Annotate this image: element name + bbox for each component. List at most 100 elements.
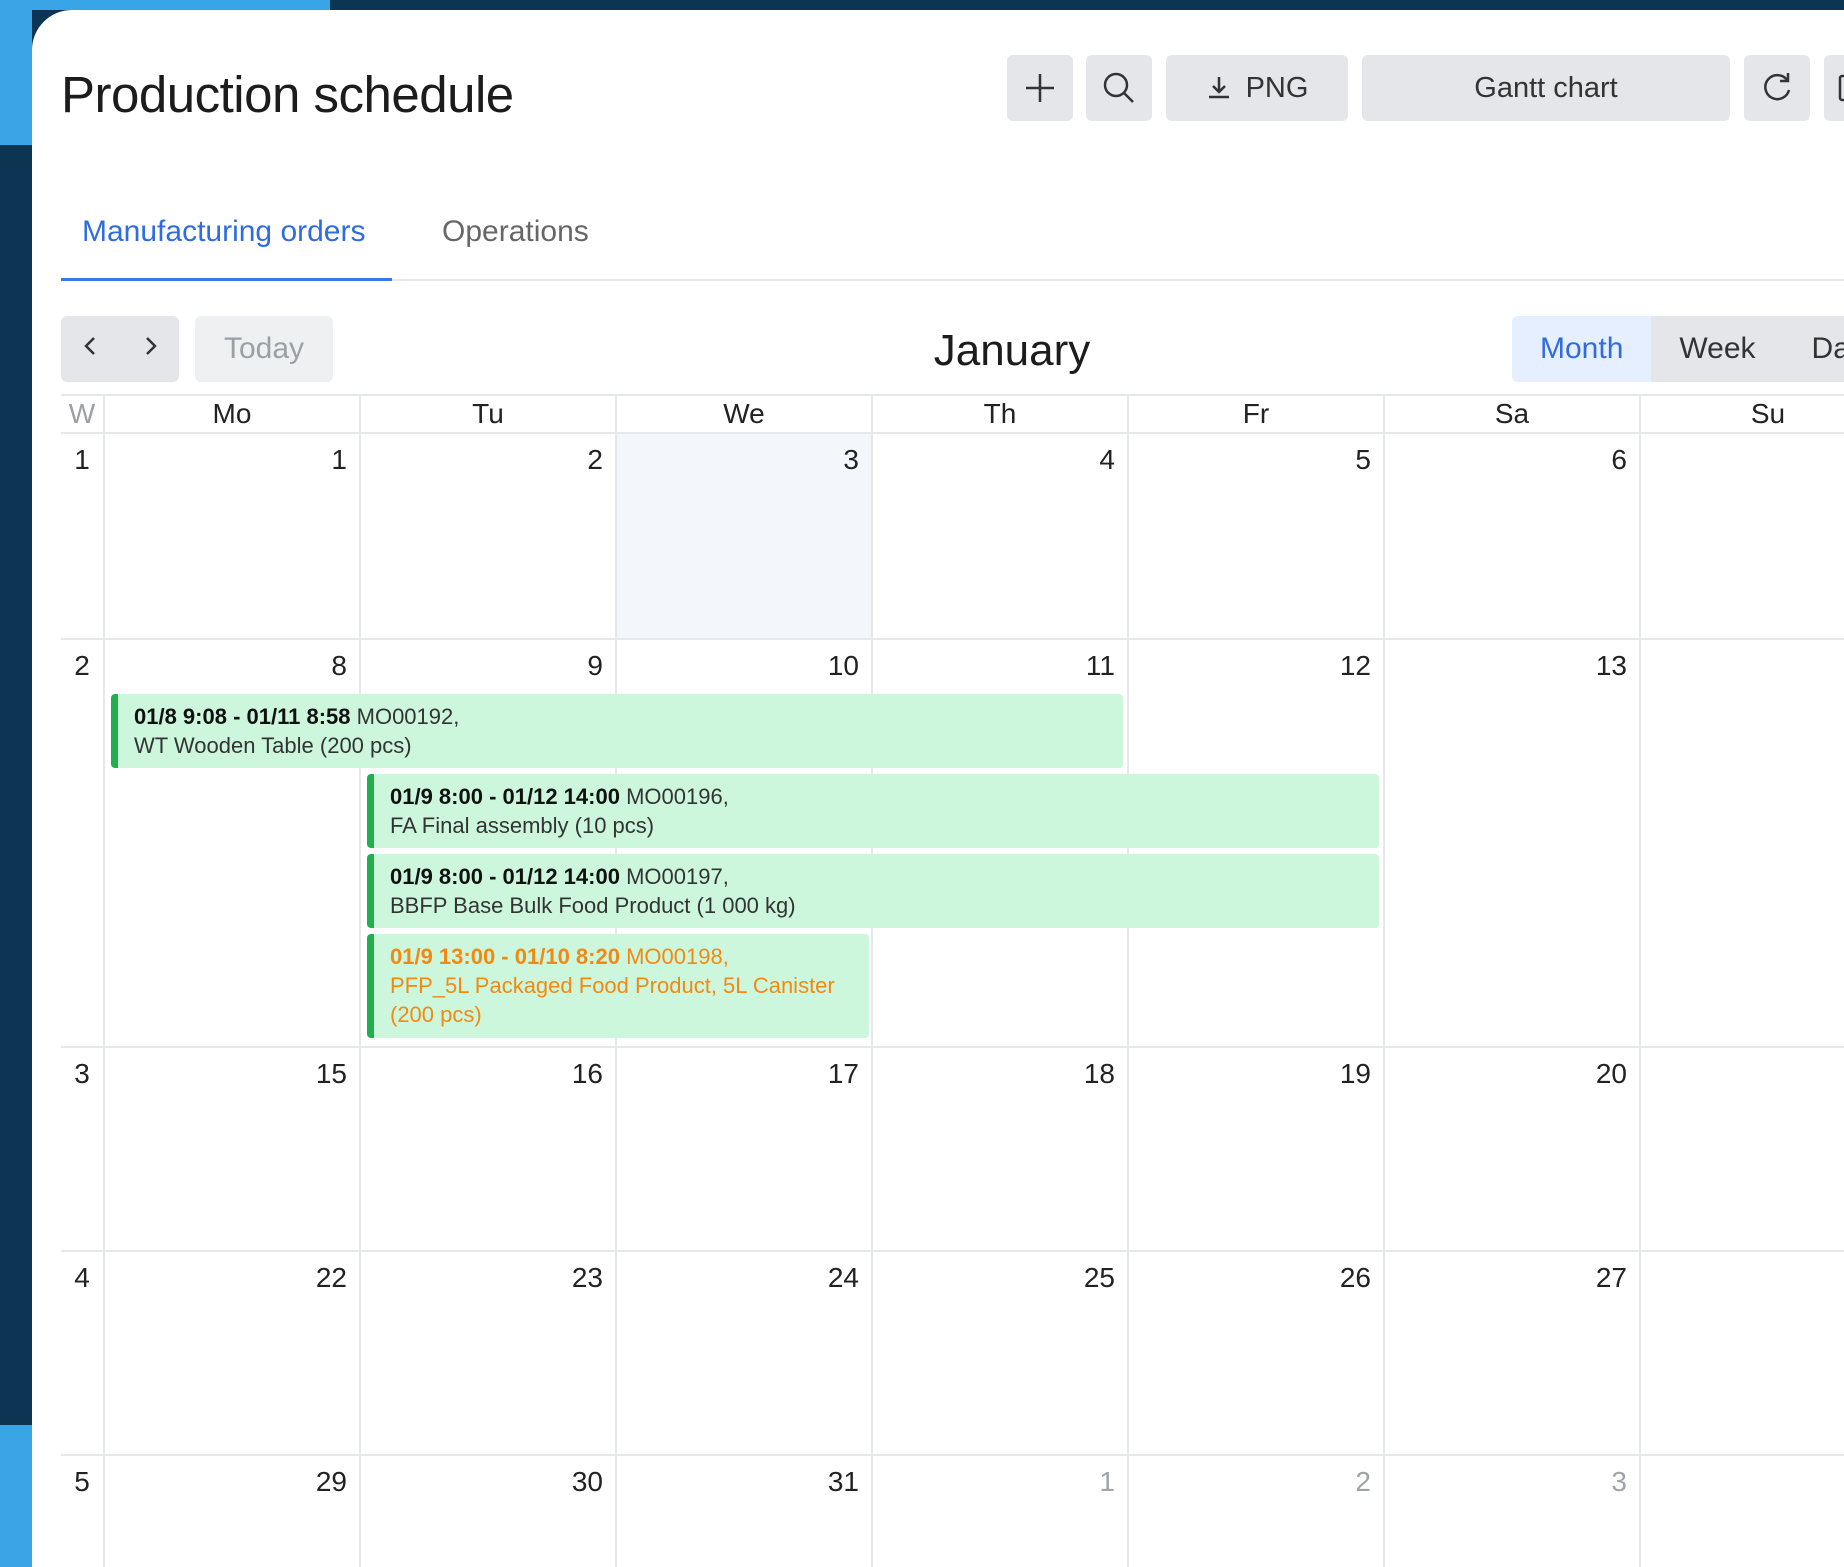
day-number: 25 — [1083, 1262, 1115, 1293]
next-month-button[interactable] — [125, 332, 175, 366]
add-button[interactable] — [1007, 55, 1073, 121]
day-cell[interactable]: 13 — [1385, 640, 1641, 1046]
day-number: 15 — [315, 1058, 347, 1089]
day-cell[interactable]: 19 — [1129, 1048, 1385, 1250]
day-cell[interactable]: 15 — [105, 1048, 361, 1250]
view-week-button[interactable]: Week — [1651, 316, 1784, 382]
day-cell[interactable]: 20 — [1385, 1048, 1641, 1250]
export-png-button[interactable]: PNG — [1166, 55, 1348, 121]
event-time: 01/8 9:08 - 01/11 8:58 — [134, 704, 351, 729]
day-cell[interactable]: 31 — [617, 1456, 873, 1567]
event-description: PFP_5L Packaged Food Product, 5L Caniste… — [390, 973, 835, 1027]
event-code: MO00192, — [356, 704, 460, 729]
day-cell[interactable]: 25 — [873, 1252, 1129, 1454]
week-number: 3 — [61, 1048, 105, 1250]
event-mo00196[interactable]: 01/9 8:00 - 01/12 14:00 MO00196, FA Fina… — [367, 774, 1379, 848]
day-cell[interactable]: 4 — [873, 434, 1129, 638]
day-header-sa: Sa — [1385, 394, 1641, 434]
day-number: 30 — [571, 1466, 603, 1497]
day-number: 2 — [587, 444, 603, 475]
day-cell[interactable] — [1641, 434, 1844, 638]
day-cell[interactable]: 30 — [361, 1456, 617, 1567]
event-mo00192[interactable]: 01/8 9:08 - 01/11 8:58 MO00192, WT Woode… — [111, 694, 1123, 768]
search-button[interactable] — [1086, 55, 1152, 121]
week-row: 3 15 16 17 18 19 20 — [61, 1048, 1844, 1252]
day-number: 26 — [1339, 1262, 1371, 1293]
day-header-mo: Mo — [105, 394, 361, 434]
day-number: 19 — [1339, 1058, 1371, 1089]
day-header-fr: Fr — [1129, 394, 1385, 434]
week-number: 4 — [61, 1252, 105, 1454]
day-number: 2 — [1355, 1466, 1371, 1497]
search-icon — [1103, 72, 1134, 103]
day-number: 17 — [827, 1058, 859, 1089]
day-cell[interactable] — [1641, 1252, 1844, 1454]
gantt-chart-button[interactable]: Gantt chart — [1362, 55, 1730, 121]
day-cell[interactable]: 5 — [1129, 434, 1385, 638]
day-cell[interactable] — [1641, 640, 1844, 1046]
day-number: 12 — [1339, 650, 1371, 681]
day-cell[interactable]: 2 — [361, 434, 617, 638]
day-number: 23 — [571, 1262, 603, 1293]
day-number: 6 — [1611, 444, 1627, 475]
day-header-we: We — [617, 394, 873, 434]
event-code: MO00197, — [626, 864, 729, 889]
day-number: 3 — [1611, 1466, 1627, 1497]
event-code: MO00198, — [626, 944, 729, 969]
more-button[interactable] — [1824, 55, 1844, 121]
week-row: 4 22 23 24 25 26 27 — [61, 1252, 1844, 1456]
day-cell[interactable]: 18 — [873, 1048, 1129, 1250]
event-description: BBFP Base Bulk Food Product (1 000 kg) — [390, 893, 796, 918]
chevron-right-icon — [145, 337, 157, 355]
day-cell[interactable]: 6 — [1385, 434, 1641, 638]
week-row: 1 1 2 3 4 5 6 — [61, 434, 1844, 640]
event-mo00198[interactable]: 01/9 13:00 - 01/10 8:20 MO00198, PFP_5L … — [367, 934, 869, 1038]
day-cell[interactable]: 26 — [1129, 1252, 1385, 1454]
day-number: 13 — [1595, 650, 1627, 681]
day-cell[interactable]: 22 — [105, 1252, 361, 1454]
day-number: 20 — [1595, 1058, 1627, 1089]
view-switch: Month Week Da — [1512, 316, 1844, 382]
active-tab-indicator — [61, 278, 392, 281]
day-number: 22 — [315, 1262, 347, 1293]
day-cell[interactable]: 1 — [105, 434, 361, 638]
day-number: 1 — [331, 444, 347, 475]
chevron-left-icon — [83, 337, 95, 355]
day-header-th: Th — [873, 394, 1129, 434]
day-number: 24 — [827, 1262, 859, 1293]
tab-bar: Manufacturing orders Operations — [61, 205, 1844, 281]
today-button[interactable]: Today — [195, 316, 333, 382]
day-cell[interactable] — [1641, 1048, 1844, 1250]
tab-operations[interactable]: Operations — [442, 215, 589, 249]
event-mo00197[interactable]: 01/9 8:00 - 01/12 14:00 MO00197, BBFP Ba… — [367, 854, 1379, 928]
day-cell[interactable]: 24 — [617, 1252, 873, 1454]
day-cell-other-month[interactable]: 3 — [1385, 1456, 1641, 1567]
panel-icon — [1838, 74, 1844, 102]
tab-manufacturing-orders[interactable]: Manufacturing orders — [82, 215, 365, 249]
refresh-button[interactable] — [1744, 55, 1810, 121]
day-cell-other-month[interactable] — [1641, 1456, 1844, 1567]
day-cell[interactable]: 16 — [361, 1048, 617, 1250]
day-cell-other-month[interactable]: 1 — [873, 1456, 1129, 1567]
day-cell-today[interactable]: 3 — [617, 434, 873, 638]
gantt-chart-label: Gantt chart — [1474, 71, 1618, 104]
day-cell[interactable]: 27 — [1385, 1252, 1641, 1454]
event-time: 01/9 8:00 - 01/12 14:00 — [390, 864, 620, 889]
day-header-su: Su — [1641, 394, 1844, 434]
prev-month-button[interactable] — [66, 332, 116, 366]
day-cell[interactable]: 17 — [617, 1048, 873, 1250]
day-cell[interactable]: 29 — [105, 1456, 361, 1567]
month-title: January — [933, 326, 1091, 375]
plus-icon — [1026, 74, 1054, 102]
day-cell[interactable]: 23 — [361, 1252, 617, 1454]
view-day-button[interactable]: Da — [1783, 316, 1844, 382]
day-cell-other-month[interactable]: 2 — [1129, 1456, 1385, 1567]
day-number: 3 — [843, 444, 859, 475]
event-time: 01/9 8:00 - 01/12 14:00 — [390, 784, 620, 809]
day-number: 16 — [571, 1058, 603, 1089]
day-number: 8 — [331, 650, 347, 681]
day-number: 10 — [827, 650, 859, 681]
background-left-bottom — [0, 1425, 32, 1567]
view-month-button[interactable]: Month — [1512, 316, 1652, 382]
week-number: 2 — [61, 640, 105, 1046]
